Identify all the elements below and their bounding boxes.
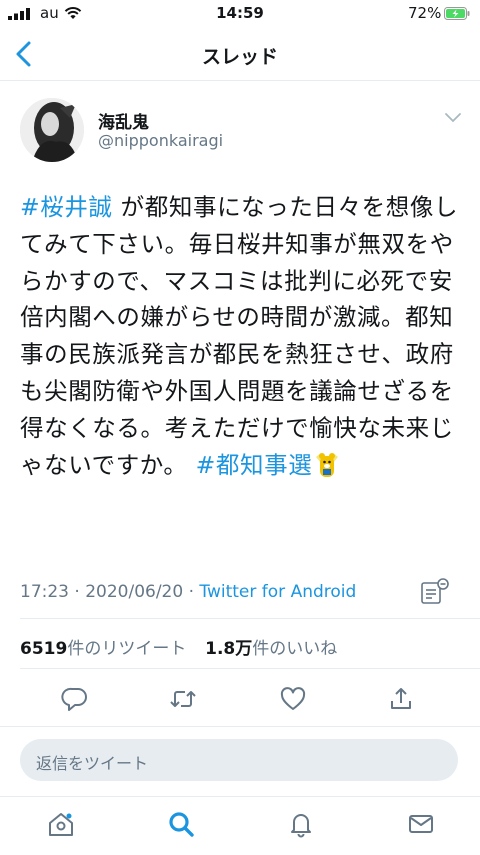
reply-placeholder: 返信をツイート (36, 754, 149, 773)
divider (20, 668, 480, 669)
nav-bar: スレッド (0, 28, 480, 81)
tweet-timestamp: 17:23 · 2020/06/20 · (20, 582, 200, 602)
tweet-text: #桜井誠 が都知事になった日々を想像してみて下さい。毎日桜井知事が無双をやらかす… (20, 189, 465, 483)
heart-icon (280, 687, 306, 710)
divider (20, 618, 480, 619)
retweet-button[interactable] (166, 682, 200, 716)
reply-button[interactable] (58, 682, 92, 716)
tweet-source-link[interactable]: Twitter for Android (199, 582, 356, 602)
battery-icon (444, 7, 470, 20)
avatar[interactable] (20, 98, 84, 162)
reply-icon (61, 687, 87, 711)
chevron-down-icon[interactable] (444, 112, 462, 124)
tweet-stats: 6519件のリツイート 1.8万件のいいね (20, 634, 337, 659)
retweet-count-label: 件のリツイート (67, 639, 187, 659)
share-icon (391, 688, 411, 709)
avatar-image (20, 98, 84, 162)
retweet-icon (170, 691, 196, 707)
tab-home[interactable] (44, 807, 78, 841)
tab-search[interactable] (164, 807, 198, 841)
page-title: スレッド (201, 46, 278, 68)
hashtag-link[interactable]: #都知事選 (196, 451, 313, 479)
tab-notifications[interactable] (284, 807, 318, 841)
bear-emoji-icon (316, 452, 339, 477)
search-icon (169, 812, 194, 837)
analytics-icon[interactable] (420, 578, 450, 606)
tweet-body: が都知事になった日々を想像してみて下さい。毎日桜井知事が無双をやらかすので、マス… (20, 193, 459, 479)
mail-icon (409, 815, 433, 833)
like-count[interactable]: 1.8万 (205, 639, 252, 659)
hashtag-link[interactable]: #桜井誠 (20, 193, 113, 221)
tweet-meta: 17:23 · 2020/06/20 · Twitter for Android (20, 582, 356, 602)
battery-percent: 72% (408, 4, 442, 22)
like-button[interactable] (276, 682, 310, 716)
reply-input[interactable]: 返信をツイート (20, 739, 458, 781)
tab-messages[interactable] (404, 807, 438, 841)
divider (0, 726, 480, 727)
user-handle[interactable]: @nipponkairagi (98, 131, 223, 150)
share-button[interactable] (384, 682, 418, 716)
tab-bar (0, 796, 480, 855)
bell-icon (291, 814, 311, 838)
status-bar: au 14:59 72% (0, 0, 480, 28)
tweet-actions (0, 682, 480, 716)
home-icon (49, 813, 73, 836)
like-count-label: 件のいいね (252, 639, 338, 659)
user-name[interactable]: 海乱鬼 (98, 108, 149, 133)
retweet-count[interactable]: 6519 (20, 639, 67, 659)
